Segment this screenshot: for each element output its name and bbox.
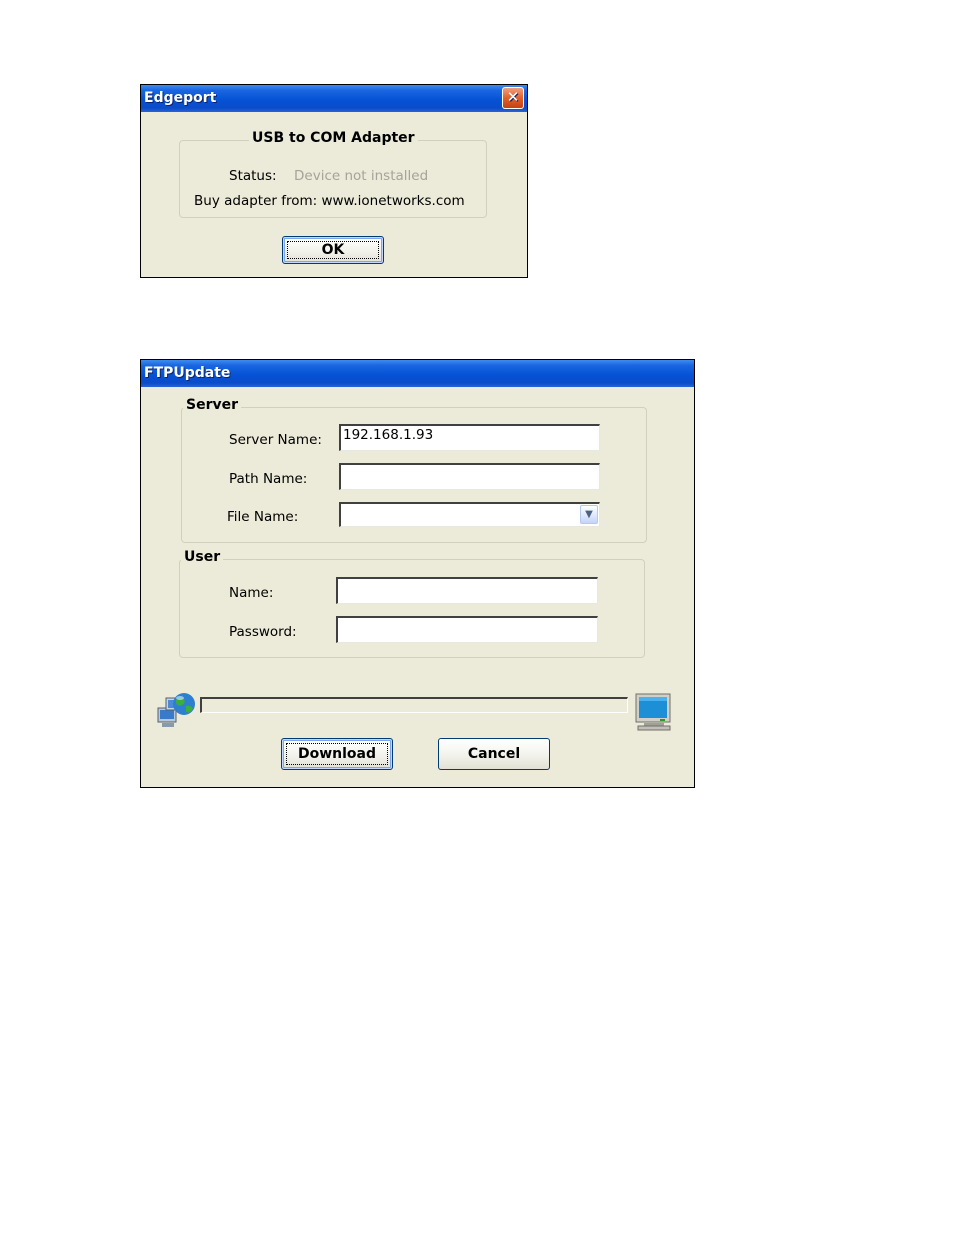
focus-ring bbox=[287, 241, 379, 259]
file-name-label: File Name: bbox=[227, 509, 299, 525]
edgeport-dialog: Edgeport ✕ USB to COM Adapter Status: De… bbox=[140, 84, 528, 278]
file-name-dropdown[interactable]: ▼ bbox=[339, 502, 600, 527]
download-button[interactable]: Download bbox=[281, 738, 393, 770]
computer-monitor-icon bbox=[634, 692, 674, 732]
ftpupdate-title: FTPUpdate bbox=[144, 365, 231, 381]
cancel-button-label: Cancel bbox=[467, 746, 521, 762]
user-name-label: Name: bbox=[229, 585, 274, 601]
server-group-title: Server bbox=[183, 397, 242, 413]
edgeport-title: Edgeport bbox=[144, 90, 217, 106]
ftpupdate-dialog: FTPUpdate Server Server Name: 192.168.1.… bbox=[140, 359, 695, 788]
adapter-group-title: USB to COM Adapter bbox=[249, 130, 418, 146]
network-globe-icon bbox=[156, 690, 198, 732]
server-name-label: Server Name: bbox=[229, 432, 322, 448]
status-value: Device not installed bbox=[294, 168, 429, 184]
ok-button[interactable]: OK bbox=[282, 236, 384, 264]
user-groupbox bbox=[179, 559, 645, 658]
close-button[interactable]: ✕ bbox=[502, 87, 524, 109]
buy-adapter-text: Buy adapter from: www.ionetworks.com bbox=[194, 193, 465, 209]
focus-ring bbox=[286, 743, 388, 765]
download-progress-bar bbox=[200, 697, 628, 713]
user-group-title: User bbox=[181, 549, 224, 565]
edgeport-titlebar[interactable]: Edgeport ✕ bbox=[141, 85, 527, 112]
status-label: Status: bbox=[229, 168, 277, 184]
dropdown-arrow-button[interactable]: ▼ bbox=[580, 505, 598, 524]
user-name-input[interactable] bbox=[336, 577, 598, 604]
cancel-button[interactable]: Cancel bbox=[438, 738, 550, 770]
chevron-down-icon: ▼ bbox=[585, 509, 593, 520]
path-name-label: Path Name: bbox=[229, 471, 308, 487]
ftpupdate-titlebar[interactable]: FTPUpdate bbox=[141, 360, 694, 387]
close-icon: ✕ bbox=[506, 88, 520, 106]
server-name-input[interactable]: 192.168.1.93 bbox=[339, 424, 600, 451]
path-name-input[interactable] bbox=[339, 463, 600, 490]
password-label: Password: bbox=[229, 624, 297, 640]
password-input[interactable] bbox=[336, 616, 598, 643]
